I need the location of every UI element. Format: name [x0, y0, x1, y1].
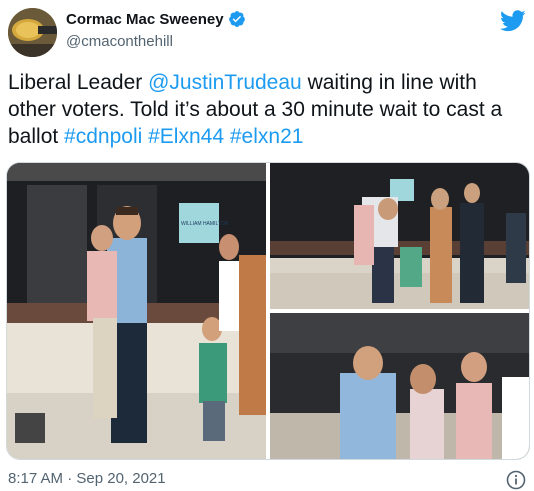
- tweet-header: Cormac Mac Sweeney @cmaconthehill: [8, 8, 526, 58]
- tweet-timestamp[interactable]: 8:17 AM · Sep 20, 2021: [8, 470, 166, 487]
- hashtag-link[interactable]: #cdnpoli: [64, 125, 142, 148]
- verified-badge-icon: [228, 11, 245, 27]
- campaign-sign: WILLIAM HAMILTON: [181, 221, 229, 227]
- info-icon[interactable]: [506, 470, 526, 490]
- hashtag-link[interactable]: #Elxn44: [148, 125, 224, 148]
- hashtag-link[interactable]: #elxn21: [230, 125, 304, 148]
- tweet-photo-1[interactable]: WILLIAM HAMILTON: [7, 163, 266, 459]
- twitter-bird-icon[interactable]: [500, 10, 526, 32]
- microphone-icon: [8, 8, 57, 57]
- tweet-photo-3[interactable]: [270, 313, 529, 459]
- media-grid: WILLIAM HAMILTON: [6, 162, 530, 460]
- tweet-footer: 8:17 AM · Sep 20, 2021: [8, 470, 526, 490]
- author-handle[interactable]: @cmaconthehill: [66, 33, 173, 50]
- tweet-photo-2[interactable]: [270, 163, 529, 309]
- author-name-row: Cormac Mac Sweeney: [66, 10, 246, 28]
- mention-link[interactable]: @JustinTrudeau: [148, 71, 302, 94]
- author-display-name[interactable]: Cormac Mac Sweeney: [66, 11, 224, 28]
- tweet-text: Liberal Leader @JustinTrudeau waiting in…: [8, 69, 524, 150]
- tweet-text-segment: Liberal Leader: [8, 71, 149, 94]
- author-avatar[interactable]: [8, 8, 57, 57]
